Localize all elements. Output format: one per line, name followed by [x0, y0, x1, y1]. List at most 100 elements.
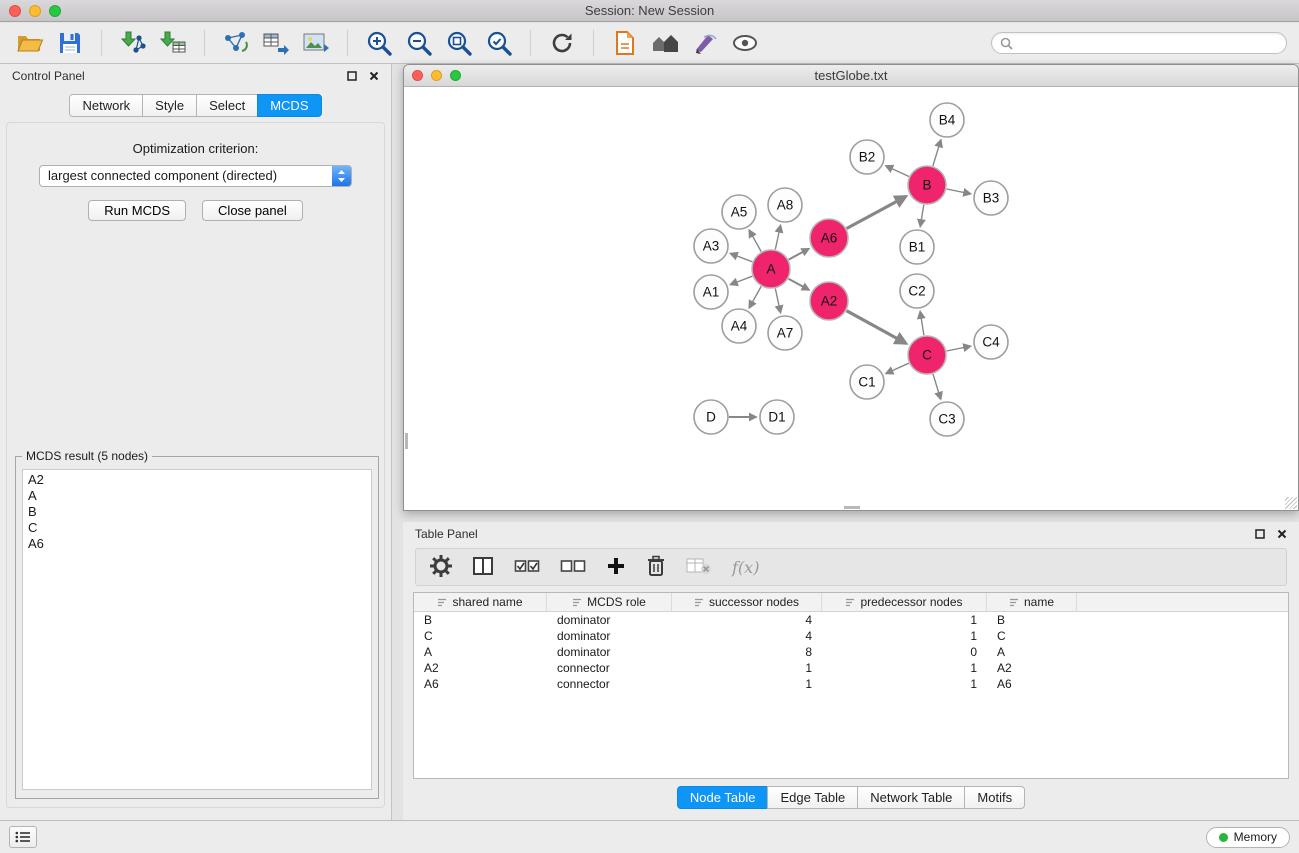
tab-network-table[interactable]: Network Table	[857, 786, 965, 809]
optimization-criterion-dropdown[interactable]: largest connected component (directed)	[39, 165, 352, 187]
graph-node-C4[interactable]: C4	[974, 325, 1008, 359]
float-table-panel-icon[interactable]	[1255, 529, 1265, 539]
gear-icon[interactable]	[430, 555, 452, 580]
table-row[interactable]: A6connector11A6	[414, 676, 1288, 692]
search-input[interactable]	[1018, 36, 1278, 50]
import-network-icon[interactable]	[115, 26, 151, 60]
tab-mcds[interactable]: MCDS	[257, 94, 321, 117]
graph-node-A[interactable]: A	[752, 250, 790, 288]
mcds-result-item[interactable]: C	[28, 520, 366, 536]
graph-edge-A-A1[interactable]	[731, 276, 753, 284]
network-graph[interactable]: A A6 A2 B C A5 A8 A3 A1A4 A7 B2 B4 B3 B1 C2 C4 C1 C3 D D1	[404, 88, 1298, 510]
tab-network[interactable]: Network	[69, 94, 143, 117]
delete-column-icon[interactable]	[646, 555, 666, 580]
table-row[interactable]: Cdominator41C	[414, 628, 1288, 644]
minimize-window-button[interactable]	[29, 5, 41, 17]
column-header-successor-nodes[interactable]: successor nodes	[672, 593, 822, 611]
tab-select[interactable]: Select	[196, 94, 258, 117]
function-builder-icon[interactable]: f(x)	[732, 558, 759, 577]
add-column-icon[interactable]	[606, 556, 626, 579]
horizontal-scrollbar-thumb[interactable]	[844, 506, 860, 509]
table-row[interactable]: Bdominator41B	[414, 612, 1288, 628]
graph-edge-B-B3[interactable]	[947, 189, 971, 194]
graph-edge-C-C4[interactable]	[947, 346, 971, 351]
mcds-result-list[interactable]: A2ABCA6	[22, 469, 372, 790]
graph-node-B1[interactable]: B1	[900, 230, 934, 264]
zoom-window-button[interactable]	[49, 5, 61, 17]
graph-node-A6[interactable]: A6	[810, 219, 848, 257]
graph-edge-A-A6[interactable]	[789, 249, 809, 260]
tab-style[interactable]: Style	[142, 94, 197, 117]
graph-edge-C-C3[interactable]	[933, 374, 941, 399]
close-network-window-button[interactable]	[412, 70, 423, 81]
graph-node-A5[interactable]: A5	[722, 195, 756, 229]
close-panel-icon[interactable]	[369, 71, 379, 81]
graph-edge-A-A2[interactable]	[789, 279, 809, 290]
mcds-result-item[interactable]: A2	[28, 472, 366, 488]
table-row[interactable]: Adominator80A	[414, 644, 1288, 660]
mcds-result-item[interactable]: A	[28, 488, 366, 504]
export-image-icon[interactable]	[298, 26, 334, 60]
graph-node-B3[interactable]: B3	[974, 181, 1008, 215]
panel-menu-button[interactable]	[9, 826, 37, 848]
graph-edge-A6-B[interactable]	[847, 196, 906, 228]
graph-edge-B-B2[interactable]	[886, 166, 909, 177]
close-table-panel-icon[interactable]	[1277, 529, 1287, 539]
import-table-icon[interactable]	[155, 26, 191, 60]
graph-node-D[interactable]: D	[694, 400, 728, 434]
graph-edge-A-A4[interactable]	[749, 286, 761, 307]
zoom-in-icon[interactable]	[361, 26, 397, 60]
show-panel-icon[interactable]	[607, 26, 643, 60]
close-window-button[interactable]	[9, 5, 21, 17]
export-table-icon[interactable]	[258, 26, 294, 60]
graph-node-A1[interactable]: A1	[694, 275, 728, 309]
graph-edge-A-A7[interactable]	[775, 289, 780, 313]
graph-edge-B-B1[interactable]	[920, 205, 924, 227]
mcds-result-item[interactable]: B	[28, 504, 366, 520]
style-tool-icon[interactable]	[687, 26, 723, 60]
home-icon[interactable]	[647, 26, 683, 60]
resize-grip-icon[interactable]	[1285, 497, 1297, 509]
graph-edge-B-B4[interactable]	[933, 140, 941, 166]
graph-edge-C-C1[interactable]	[886, 363, 909, 373]
float-panel-icon[interactable]	[347, 71, 357, 81]
column-header-MCDS-role[interactable]: MCDS role	[547, 593, 672, 611]
graph-edge-A-A5[interactable]	[749, 230, 761, 251]
network-window-titlebar[interactable]: testGlobe.txt	[404, 65, 1298, 87]
graph-node-D1[interactable]: D1	[760, 400, 794, 434]
toggle-column-icon[interactable]	[472, 556, 494, 579]
graph-edge-A2-C[interactable]	[847, 311, 907, 344]
graph-node-B2[interactable]: B2	[850, 140, 884, 174]
graph-node-A2[interactable]: A2	[810, 282, 848, 320]
apply-layout-icon[interactable]	[544, 26, 580, 60]
save-session-icon[interactable]	[52, 26, 88, 60]
mcds-result-item[interactable]: A6	[28, 536, 366, 552]
column-header-predecessor-nodes[interactable]: predecessor nodes	[822, 593, 987, 611]
graph-edge-C-C2[interactable]	[920, 312, 924, 336]
open-session-icon[interactable]	[12, 26, 48, 60]
search-box[interactable]	[991, 32, 1287, 54]
graph-node-B4[interactable]: B4	[930, 103, 964, 137]
graph-node-C3[interactable]: C3	[930, 402, 964, 436]
graph-node-A4[interactable]: A4	[722, 309, 756, 343]
graph-node-A7[interactable]: A7	[768, 316, 802, 350]
close-panel-button[interactable]: Close panel	[202, 200, 303, 221]
zoom-fit-icon[interactable]	[441, 26, 477, 60]
tab-motifs[interactable]: Motifs	[964, 786, 1025, 809]
minimize-network-window-button[interactable]	[431, 70, 442, 81]
zoom-selected-icon[interactable]	[481, 26, 517, 60]
zoom-network-window-button[interactable]	[450, 70, 461, 81]
graph-node-C1[interactable]: C1	[850, 365, 884, 399]
network-canvas[interactable]: A A6 A2 B C A5 A8 A3 A1A4 A7 B2 B4 B3 B1 C2 C4 C1 C3 D D1	[404, 88, 1298, 510]
graph-node-B[interactable]: B	[908, 166, 946, 204]
column-header-shared-name[interactable]: shared name	[414, 593, 547, 611]
tab-node-table[interactable]: Node Table	[677, 786, 769, 809]
memory-button[interactable]: Memory	[1206, 827, 1290, 848]
column-header-name[interactable]: name	[987, 593, 1077, 611]
graph-node-A8[interactable]: A8	[768, 188, 802, 222]
graph-node-C[interactable]: C	[908, 336, 946, 374]
zoom-out-icon[interactable]	[401, 26, 437, 60]
graph-node-C2[interactable]: C2	[900, 274, 934, 308]
graph-node-A3[interactable]: A3	[694, 229, 728, 263]
vertical-scrollbar-thumb[interactable]	[405, 433, 408, 449]
